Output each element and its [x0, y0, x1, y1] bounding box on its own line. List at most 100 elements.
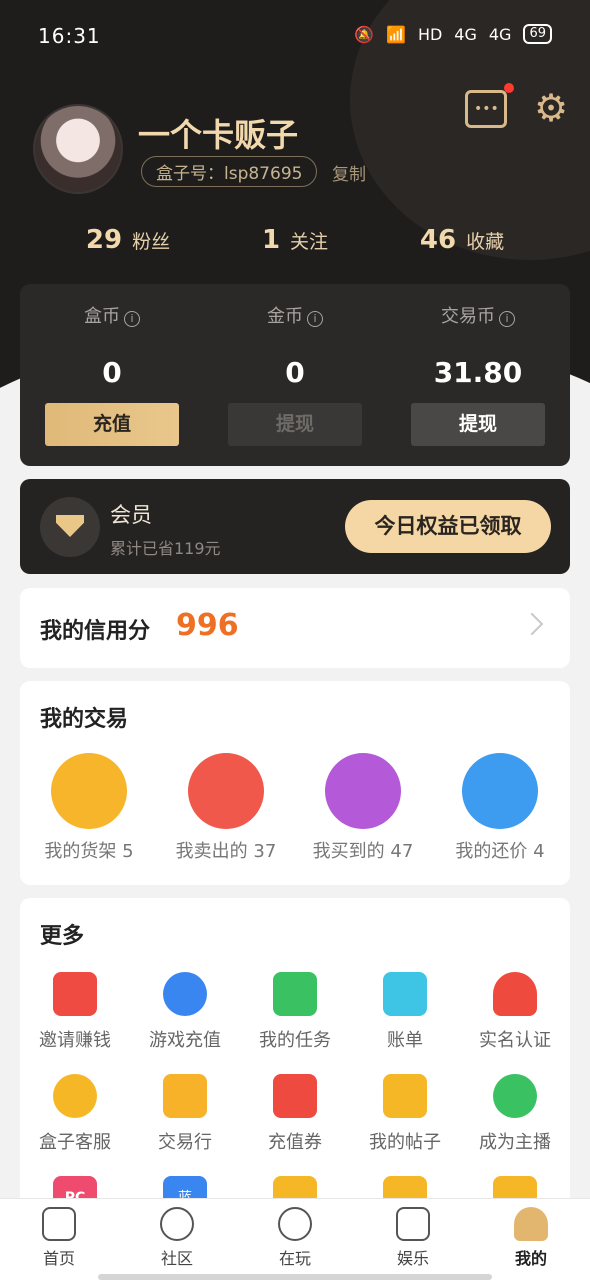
post-icon: [383, 1074, 427, 1118]
wallet-gold-coin: 金币 i 0: [228, 302, 362, 389]
trade-section: 我的交易 我的货架 5 我卖出的 37 我买到的 47 我的还价 4: [20, 681, 570, 885]
info-icon[interactable]: i: [499, 311, 515, 327]
home-icon: [42, 1207, 76, 1241]
stat-value: 46: [419, 225, 457, 255]
recharge-button[interactable]: 充值: [45, 403, 179, 446]
wallet-value: 0: [102, 356, 122, 389]
tab-playing[interactable]: 在玩: [236, 1207, 354, 1269]
signal-4g-2: 4G: [488, 24, 512, 44]
battery-icon: 69: [523, 24, 552, 44]
trade-item-shelf[interactable]: 我的货架 5: [20, 753, 158, 863]
compass-icon: [160, 1207, 194, 1241]
more-item-support[interactable]: 盒子客服: [20, 1074, 130, 1154]
tv-icon: [396, 1207, 430, 1241]
stats-row: 29 粉丝 1 关注 46 收藏: [0, 225, 590, 255]
info-icon[interactable]: i: [307, 311, 323, 327]
more-item-bill[interactable]: 账单: [350, 972, 460, 1052]
stat-value: 29: [85, 225, 123, 255]
more-item-label: 我的帖子: [369, 1132, 441, 1153]
tab-label: 在玩: [278, 1249, 311, 1268]
network-hd: HD: [417, 24, 443, 44]
bought-icon: [325, 753, 401, 829]
more-title: 更多: [40, 924, 85, 949]
trade-item-label: 我的还价 4: [455, 841, 545, 862]
tab-label: 社区: [160, 1249, 193, 1268]
notification-dot: [504, 83, 514, 93]
vip-claim-button[interactable]: 今日权益已领取: [345, 500, 551, 553]
tab-entertainment[interactable]: 娱乐: [354, 1207, 472, 1269]
sell-icon: [188, 753, 264, 829]
stat-following[interactable]: 1 关注: [262, 225, 328, 255]
more-item-invite[interactable]: 邀请赚钱: [20, 972, 130, 1052]
shop-icon: [163, 1074, 207, 1118]
chevron-right-icon: [520, 612, 544, 636]
home-indicator: [98, 1274, 492, 1280]
withdraw-gold-button[interactable]: 提现: [228, 403, 362, 446]
mic-icon: [493, 1074, 537, 1118]
tab-label: 娱乐: [396, 1249, 429, 1268]
task-icon: [273, 972, 317, 1016]
avatar[interactable]: [33, 104, 123, 194]
profile-icon: [514, 1207, 548, 1241]
more-item-posts[interactable]: 我的帖子: [350, 1074, 460, 1154]
more-item-label: 充值券: [268, 1132, 322, 1153]
message-dots: •••: [474, 101, 499, 117]
more-item-label: 交易行: [158, 1132, 212, 1153]
credit-score-card[interactable]: 我的信用分 996: [20, 588, 570, 668]
stat-fans[interactable]: 29 粉丝: [86, 225, 170, 255]
wallet-label: 金币: [267, 306, 303, 327]
stat-favorites[interactable]: 46 收藏: [420, 225, 504, 255]
message-icon[interactable]: •••: [465, 83, 514, 128]
trade-item-sold[interactable]: 我卖出的 37: [157, 753, 295, 863]
more-item-streamer[interactable]: 成为主播: [460, 1074, 570, 1154]
more-item-label: 实名认证: [479, 1030, 551, 1051]
trade-title: 我的交易: [40, 707, 129, 732]
more-item-exchange[interactable]: 交易行: [130, 1074, 240, 1154]
info-icon[interactable]: i: [124, 311, 140, 327]
wallet-label: 盒币: [84, 306, 120, 327]
more-item-coupon[interactable]: 充值券: [240, 1074, 350, 1154]
vip-card[interactable]: 会员 累计已省119元 今日权益已领取: [20, 479, 570, 574]
more-section: 更多 邀请赚钱 游戏充值 我的任务 账单 实名认证 盒子客服 交易行 充值券 我…: [20, 898, 570, 1220]
wallet-trade-coin: 交易币 i 31.80: [411, 302, 545, 389]
mute-icon: 🔕: [354, 24, 375, 44]
vip-title: 会员: [110, 503, 152, 527]
status-icons: 🔕 📶 HD 4G 4G 69: [354, 24, 552, 44]
credit-score: 996: [176, 608, 239, 643]
signal-4g-1: 4G: [454, 24, 477, 44]
more-item-verify[interactable]: 实名认证: [460, 972, 570, 1052]
wifi-icon: 📶: [386, 24, 406, 44]
wallet-value: 0: [285, 356, 305, 389]
more-item-tasks[interactable]: 我的任务: [240, 972, 350, 1052]
trade-item-offers[interactable]: 我的还价 4: [431, 753, 569, 863]
tab-label: 我的: [514, 1249, 547, 1268]
tab-home[interactable]: 首页: [0, 1207, 118, 1269]
gear-icon[interactable]: ⚙: [533, 89, 569, 127]
more-item-label: 成为主播: [479, 1132, 551, 1153]
tab-mine[interactable]: 我的: [472, 1207, 590, 1269]
tab-community[interactable]: 社区: [118, 1207, 236, 1269]
diamond-icon: [40, 497, 100, 557]
status-bar: 16:31 🔕 📶 HD 4G 4G 69: [0, 0, 590, 72]
verify-icon: [493, 972, 537, 1016]
support-icon: [53, 1074, 97, 1118]
stat-label: 粉丝: [132, 231, 171, 253]
layers-icon: [51, 753, 127, 829]
wallet-panel: 盒币 i 0 金币 i 0 交易币 i 31.80 充值 提现 提现: [20, 284, 570, 466]
play-icon: [278, 1207, 312, 1241]
more-item-label: 账单: [387, 1030, 423, 1051]
trade-item-bought[interactable]: 我买到的 47: [294, 753, 432, 863]
gamepad-icon: [163, 972, 207, 1016]
copy-button[interactable]: 复制: [332, 160, 366, 185]
more-item-game-recharge[interactable]: 游戏充值: [130, 972, 240, 1052]
wallet-box-coin: 盒币 i 0: [45, 302, 179, 389]
more-item-label: 游戏充值: [149, 1030, 221, 1051]
red-envelope-icon: [53, 972, 97, 1016]
box-id: 盒子号：lsp87695: [141, 156, 318, 187]
stat-value: 1: [261, 225, 281, 255]
coupon-icon: [273, 1074, 317, 1118]
trade-item-label: 我卖出的 37: [175, 841, 277, 862]
more-item-label: 邀请赚钱: [39, 1030, 111, 1051]
withdraw-trade-button[interactable]: 提现: [411, 403, 545, 446]
bottom-tab-bar: 首页 社区 在玩 娱乐 我的: [0, 1198, 590, 1281]
